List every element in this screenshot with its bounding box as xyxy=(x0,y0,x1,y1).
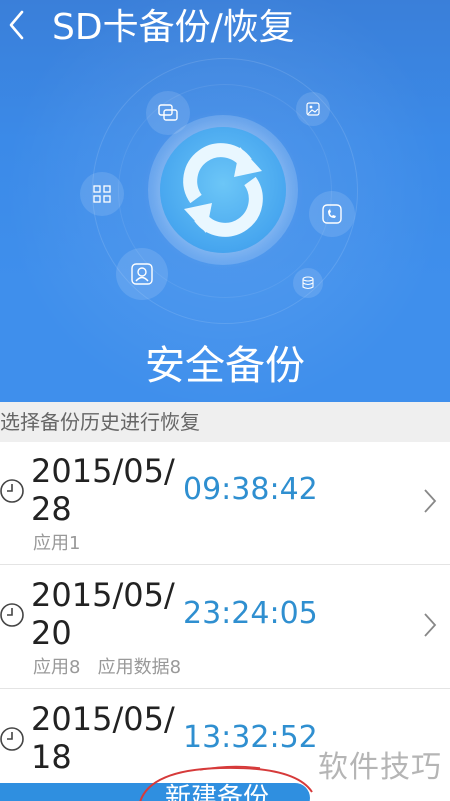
list-item[interactable]: 2015/05/20 23:24:05 应用8 应用数据8 xyxy=(0,566,450,689)
image-icon xyxy=(296,92,330,126)
chevron-left-icon xyxy=(9,10,24,40)
clock-icon xyxy=(0,603,24,627)
watermark: 软件技巧 xyxy=(318,750,442,785)
clock-icon xyxy=(0,727,24,751)
secure-backup-label: 安全备份 xyxy=(145,343,305,389)
clock-icon xyxy=(0,479,24,503)
backup-time: 23:24:05 xyxy=(183,596,318,631)
backup-time: 13:32:52 xyxy=(183,720,318,755)
backup-time: 09:38:42 xyxy=(183,472,318,507)
phone-icon xyxy=(309,191,355,237)
sync-icon[interactable] xyxy=(160,127,286,253)
list-item[interactable]: 2015/05/28 09:38:42 应用1 xyxy=(0,442,450,565)
page-title: SD卡备份/恢复 xyxy=(52,7,295,48)
annotation-circle xyxy=(139,765,313,801)
contact-icon xyxy=(116,248,168,300)
backup-contents: 应用8 应用数据8 xyxy=(33,657,182,678)
backup-date: 2015/05/28 xyxy=(31,452,175,528)
chevron-right-icon xyxy=(424,489,437,513)
hero-banner: SD卡备份/恢复 安全备份 xyxy=(0,0,450,402)
back-button[interactable] xyxy=(2,8,32,48)
backup-contents: 应用1 xyxy=(33,533,81,554)
database-icon xyxy=(293,268,323,298)
section-header: 选择备份历史进行恢复 xyxy=(0,402,450,442)
grid-icon xyxy=(80,172,124,216)
chevron-right-icon xyxy=(424,613,437,637)
backup-date: 2015/05/20 xyxy=(31,576,175,652)
